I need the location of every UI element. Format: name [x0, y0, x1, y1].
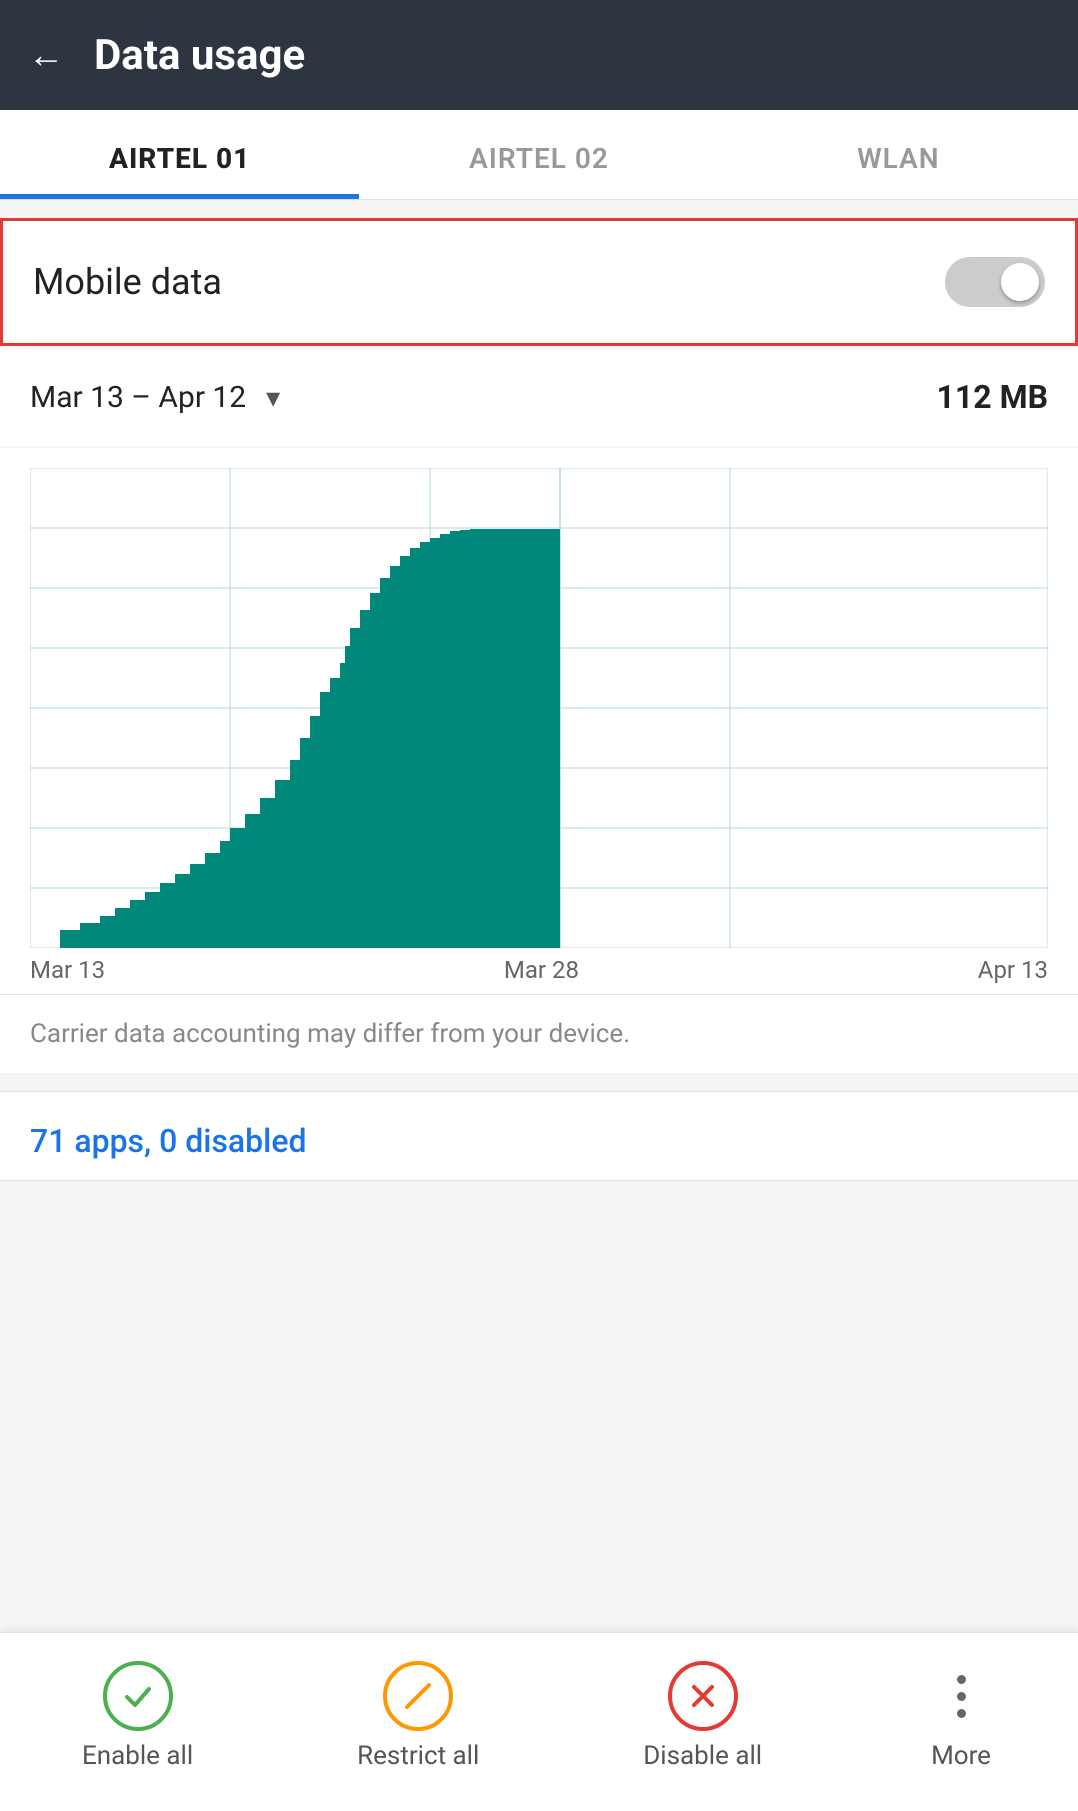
chart-label-apr13: Apr 13 — [978, 956, 1048, 984]
date-range-selector[interactable]: Mar 13 – Apr 12 ▾ — [30, 380, 280, 415]
mobile-data-label: Mobile data — [33, 261, 222, 303]
tab-airtel01[interactable]: AIRTEL 01 — [0, 110, 359, 199]
apps-summary[interactable]: 71 apps, 0 disabled — [0, 1091, 1078, 1181]
chart-label-mar28: Mar 28 — [504, 956, 579, 984]
tab-airtel02[interactable]: AIRTEL 02 — [359, 110, 718, 199]
data-usage-chart — [30, 468, 1048, 948]
app-header: ← Data usage — [0, 0, 1078, 110]
disable-all-label: Disable all — [643, 1741, 762, 1771]
apps-summary-text: 71 apps, 0 disabled — [30, 1122, 306, 1160]
back-button[interactable]: ← — [28, 34, 64, 76]
tab-bar: AIRTEL 01 AIRTEL 02 WLAN — [0, 110, 1078, 200]
disable-all-button[interactable]: Disable all — [643, 1661, 762, 1771]
chart-svg — [30, 468, 1048, 948]
more-icon — [926, 1661, 996, 1731]
data-amount: 112 MB — [937, 378, 1048, 416]
mobile-data-row: Mobile data — [0, 218, 1078, 346]
mobile-data-toggle[interactable] — [945, 257, 1045, 307]
disclaimer-text: Carrier data accounting may differ from … — [0, 994, 1078, 1073]
date-range-row: Mar 13 – Apr 12 ▾ 112 MB — [0, 348, 1078, 446]
chart-container: Mar 13 Mar 28 Apr 13 — [0, 448, 1078, 994]
page-title: Data usage — [94, 31, 305, 80]
more-button[interactable]: More — [926, 1661, 996, 1771]
action-bar: Enable all Restrict all Disable all More — [0, 1632, 1078, 1811]
enable-all-icon — [103, 1661, 173, 1731]
restrict-all-button[interactable]: Restrict all — [357, 1661, 479, 1771]
restrict-all-icon — [383, 1661, 453, 1731]
date-range-text: Mar 13 – Apr 12 — [30, 380, 246, 415]
enable-all-label: Enable all — [82, 1741, 193, 1771]
tab-wlan[interactable]: WLAN — [719, 110, 1078, 199]
chart-label-mar13: Mar 13 — [30, 956, 105, 984]
chevron-down-icon: ▾ — [266, 381, 280, 414]
disable-all-icon — [668, 1661, 738, 1731]
enable-all-button[interactable]: Enable all — [82, 1661, 193, 1771]
chart-x-labels: Mar 13 Mar 28 Apr 13 — [30, 948, 1048, 984]
restrict-all-label: Restrict all — [357, 1741, 479, 1771]
more-label: More — [931, 1741, 991, 1771]
